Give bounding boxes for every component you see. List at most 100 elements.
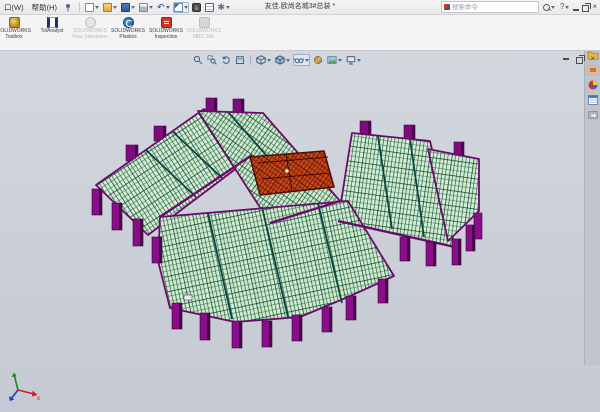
assembly-model[interactable] xyxy=(0,51,600,412)
print-button[interactable] xyxy=(138,2,154,13)
ribbon-addins: SOLIDWORKS Toolbox TolAnalyst SOLIDWORKS… xyxy=(0,14,600,51)
chevron-down-icon[interactable] xyxy=(184,6,188,9)
new-file-button[interactable] xyxy=(84,2,100,13)
addin-label: SOLIDWORKS Flow Simulation xyxy=(71,29,109,41)
document-window-controls: × xyxy=(563,54,595,64)
zoom-to-area-button[interactable] xyxy=(206,54,218,66)
chevron-down-icon[interactable] xyxy=(286,59,290,62)
close-button[interactable]: × xyxy=(592,1,597,13)
minimize-button[interactable] xyxy=(573,9,579,11)
view-palette-icon xyxy=(587,64,599,76)
view-settings-button[interactable] xyxy=(345,54,362,66)
task-pane-appearances-tab[interactable] xyxy=(586,78,599,91)
quick-access-toolbar: ↶ ✱ xyxy=(84,2,231,13)
zoom-to-fit-icon xyxy=(193,55,203,65)
task-pane-custom-properties-tab[interactable] xyxy=(586,93,599,106)
titlebar-right-controls: ? × xyxy=(441,0,600,14)
chevron-down-icon[interactable] xyxy=(565,6,569,9)
task-pane-resources-tab[interactable] xyxy=(586,108,599,121)
traffic-light-icon xyxy=(192,3,201,12)
addin-flow-simulation[interactable]: SOLIDWORKS Flow Simulation xyxy=(71,14,109,41)
addin-tolanalyst[interactable]: TolAnalyst xyxy=(33,14,71,35)
addin-inspection[interactable]: SOLIDWORKS Inspection xyxy=(147,14,185,41)
select-tool-button[interactable] xyxy=(173,2,189,13)
zoom-to-fit-button[interactable] xyxy=(192,54,204,66)
addin-solidworks-toolbox[interactable]: SOLIDWORKS Toolbox xyxy=(0,14,33,41)
tolanalyst-icon xyxy=(47,17,58,28)
chevron-down-icon[interactable] xyxy=(357,59,361,62)
edit-appearance-button[interactable] xyxy=(312,54,324,66)
view-orientation-button[interactable] xyxy=(255,54,272,66)
command-search-box[interactable] xyxy=(441,1,539,13)
file-properties-icon xyxy=(205,3,214,12)
chevron-down-icon[interactable] xyxy=(267,59,271,62)
search-button[interactable] xyxy=(542,3,556,12)
search-input[interactable] xyxy=(452,4,536,11)
chevron-down-icon[interactable] xyxy=(338,59,342,62)
chevron-down-icon[interactable] xyxy=(226,6,230,9)
triad-x-label: x xyxy=(37,396,40,402)
graphics-viewport[interactable]: × x xyxy=(0,51,600,412)
addin-label: SOLIDWORKS Inspection xyxy=(147,29,185,41)
doc-close-button[interactable]: × xyxy=(590,54,595,63)
inspection-icon xyxy=(161,17,172,28)
appearance-ball-icon xyxy=(313,55,323,65)
pin-icon[interactable] xyxy=(64,3,72,12)
options-button[interactable]: ✱ xyxy=(217,2,232,13)
help-button[interactable]: ? xyxy=(559,0,570,14)
chevron-down-icon[interactable] xyxy=(166,6,170,9)
column-opening xyxy=(184,295,192,300)
open-folder-icon xyxy=(103,3,112,12)
red-section-hole xyxy=(285,169,289,173)
save-button[interactable] xyxy=(120,2,136,13)
red-section[interactable] xyxy=(250,151,334,195)
section-view-button[interactable] xyxy=(234,54,246,66)
plastics-icon xyxy=(123,17,134,28)
addin-label: SOLIDWORKS Plastics xyxy=(109,29,147,41)
task-pane-view-palette-tab[interactable] xyxy=(586,63,599,76)
task-pane-strip xyxy=(584,14,600,365)
undo-button[interactable]: ↶ xyxy=(156,2,171,13)
restore-button[interactable] xyxy=(582,5,589,12)
zoom-to-area-icon xyxy=(207,55,217,65)
hide-show-items-button[interactable] xyxy=(293,54,310,66)
open-file-button[interactable] xyxy=(102,2,118,13)
addin-plastics[interactable]: SOLIDWORKS Plastics xyxy=(109,14,147,41)
menu-item-help[interactable]: 帮助(H) xyxy=(28,1,61,14)
solidworks-window: { "titlebar": { "menu": [ {"label": "口(W… xyxy=(0,0,600,412)
addin-mbd-snl[interactable]: SOLIDWORKS MBD SNL xyxy=(185,14,223,41)
display-style-icon xyxy=(275,55,285,65)
gear-icon: ✱ xyxy=(218,3,226,12)
chevron-down-icon[interactable] xyxy=(95,6,99,9)
toolbar-separator xyxy=(250,55,251,65)
select-cursor-icon xyxy=(174,3,183,12)
apply-scene-button[interactable] xyxy=(326,54,343,66)
help-icon: ? xyxy=(560,1,564,13)
file-properties-button[interactable] xyxy=(204,2,215,13)
solidworks-logo-icon xyxy=(444,4,450,10)
slab-central-mass xyxy=(158,201,394,322)
new-file-icon xyxy=(85,3,94,12)
menu-item-window[interactable]: 口(W) xyxy=(0,1,28,14)
chevron-down-icon[interactable] xyxy=(131,6,135,9)
doc-minimize-button[interactable] xyxy=(563,58,569,60)
glasses-icon xyxy=(294,55,304,65)
flow-simulation-icon xyxy=(85,17,96,28)
toolbar-separator xyxy=(79,2,80,12)
chevron-down-icon[interactable] xyxy=(113,6,117,9)
toolbox-icon xyxy=(9,17,20,28)
previous-view-button[interactable] xyxy=(220,54,232,66)
headsup-view-toolbar xyxy=(192,54,362,66)
chevron-down-icon[interactable] xyxy=(149,6,153,9)
display-style-button[interactable] xyxy=(274,54,291,66)
undo-icon: ↶ xyxy=(157,3,165,12)
doc-restore-button[interactable] xyxy=(576,57,583,64)
reference-triad: x xyxy=(4,370,44,404)
chevron-down-icon[interactable] xyxy=(551,6,555,9)
rebuild-button[interactable] xyxy=(191,2,202,13)
addin-label: TolAnalyst xyxy=(33,29,71,35)
addin-label: SOLIDWORKS Toolbox xyxy=(0,29,33,41)
chevron-down-icon[interactable] xyxy=(305,59,309,62)
monitor-icon xyxy=(346,55,356,65)
previous-view-icon xyxy=(221,55,231,65)
